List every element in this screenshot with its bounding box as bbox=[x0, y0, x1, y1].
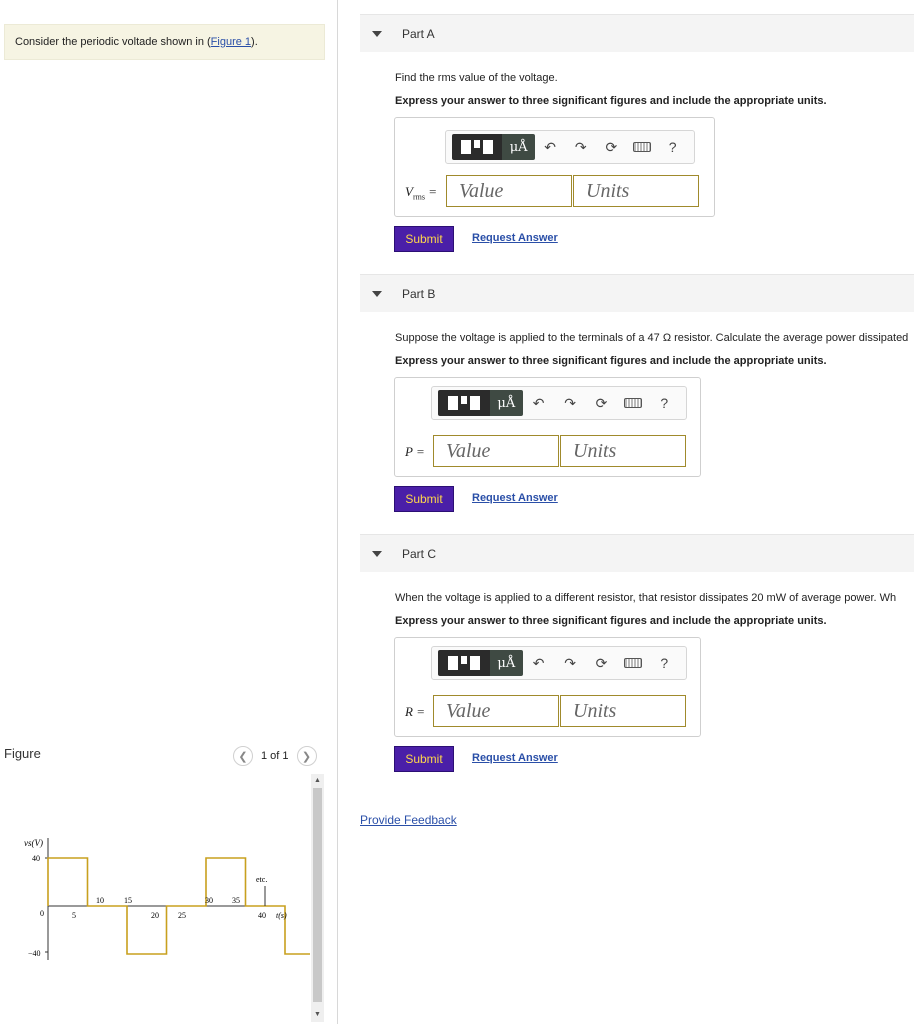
keyboard-icon[interactable] bbox=[627, 139, 658, 155]
x-tick-40: 40 bbox=[258, 911, 266, 920]
undo-icon[interactable]: ↶ bbox=[535, 139, 566, 156]
request-answer-link[interactable]: Request Answer bbox=[472, 492, 558, 504]
units-icon[interactable]: μÅ bbox=[502, 134, 535, 160]
waveform-path bbox=[47, 857, 310, 955]
redo-icon[interactable]: ↷ bbox=[554, 395, 585, 412]
pager-text: 1 of 1 bbox=[261, 750, 289, 762]
templates-icon[interactable] bbox=[452, 134, 503, 160]
var-subscript: rms bbox=[412, 192, 425, 202]
figure-scrollbar[interactable]: ▲ ▼ bbox=[311, 774, 324, 1022]
units-input[interactable] bbox=[561, 436, 685, 466]
collapse-triangle-icon[interactable] bbox=[372, 290, 382, 297]
x-tick-30: 30 bbox=[205, 896, 213, 905]
undo-icon[interactable]: ↶ bbox=[523, 395, 554, 412]
part-b-title: Part B bbox=[402, 286, 436, 301]
collapse-triangle-icon[interactable] bbox=[372, 30, 382, 37]
var-symbol: R bbox=[405, 704, 413, 719]
part-c-answer-box: μÅ ↶ ↷ ⟳ ? R = bbox=[394, 637, 701, 737]
templates-icon[interactable] bbox=[438, 650, 490, 676]
value-field[interactable] bbox=[433, 435, 559, 467]
value-field[interactable] bbox=[446, 175, 572, 207]
panel-divider bbox=[337, 0, 338, 1024]
value-input[interactable] bbox=[434, 696, 558, 726]
x-tick-15: 15 bbox=[124, 896, 132, 905]
submit-button[interactable]: Submit bbox=[394, 746, 454, 772]
submit-button[interactable]: Submit bbox=[394, 486, 454, 512]
variable-label: R = bbox=[405, 704, 425, 719]
y-tick-40: 40 bbox=[32, 854, 40, 863]
variable-label: P = bbox=[405, 444, 425, 459]
undo-icon[interactable]: ↶ bbox=[523, 655, 554, 672]
request-answer-link[interactable]: Request Answer bbox=[472, 232, 558, 244]
scroll-thumb[interactable] bbox=[313, 788, 322, 1002]
prompt-text: Consider the periodic voltade shown in ( bbox=[15, 36, 211, 48]
templates-icon[interactable] bbox=[438, 390, 490, 416]
scroll-up-icon[interactable]: ▲ bbox=[311, 774, 324, 788]
part-b-question: Suppose the voltage is applied to the te… bbox=[395, 332, 909, 344]
reset-icon[interactable]: ⟳ bbox=[586, 655, 617, 672]
redo-icon[interactable]: ↷ bbox=[565, 139, 596, 156]
help-icon[interactable]: ? bbox=[649, 655, 680, 671]
math-toolbar: μÅ ↶ ↷ ⟳ ? bbox=[445, 130, 695, 164]
units-icon[interactable]: μÅ bbox=[489, 650, 523, 676]
x-axis-label: t(s) bbox=[276, 911, 287, 920]
reset-icon[interactable]: ⟳ bbox=[586, 395, 617, 412]
chevron-left-icon[interactable]: ❮ bbox=[233, 746, 253, 766]
x-tick-35: 35 bbox=[232, 896, 240, 905]
y-tick-neg40: −40 bbox=[28, 949, 41, 958]
part-a-answer-box: μÅ ↶ ↷ ⟳ ? Vrms = bbox=[394, 117, 715, 217]
variable-label: Vrms = bbox=[405, 184, 437, 202]
part-a-header[interactable]: Part A bbox=[360, 14, 914, 52]
part-a-instruction: Express your answer to three significant… bbox=[395, 95, 827, 107]
waveform bbox=[47, 857, 310, 955]
keyboard-icon[interactable] bbox=[617, 395, 648, 411]
part-c-title: Part C bbox=[402, 546, 437, 561]
x-tick-10: 10 bbox=[96, 896, 104, 905]
units-field[interactable] bbox=[560, 695, 686, 727]
part-b-header[interactable]: Part B bbox=[360, 274, 914, 312]
part-c-header[interactable]: Part C bbox=[360, 534, 914, 572]
units-input[interactable] bbox=[574, 176, 698, 206]
chevron-right-icon[interactable]: ❯ bbox=[296, 746, 317, 766]
figure-pager: ❮ 1 of 1 ❯ bbox=[233, 746, 317, 766]
part-b-answer-box: μÅ ↶ ↷ ⟳ ? P = bbox=[394, 377, 701, 477]
y-axis-label: vs(V) bbox=[24, 838, 43, 848]
x-tick-5: 5 bbox=[72, 911, 76, 920]
part-a-title: Part A bbox=[402, 26, 435, 41]
math-toolbar: μÅ ↶ ↷ ⟳ ? bbox=[431, 386, 687, 420]
request-answer-link[interactable]: Request Answer bbox=[472, 752, 558, 764]
figure-link[interactable]: Figure 1 bbox=[211, 36, 251, 48]
value-field[interactable] bbox=[433, 695, 559, 727]
redo-icon[interactable]: ↷ bbox=[554, 655, 585, 672]
math-toolbar: μÅ ↶ ↷ ⟳ ? bbox=[431, 646, 687, 680]
x-tick-25: 25 bbox=[178, 911, 186, 920]
reset-icon[interactable]: ⟳ bbox=[596, 139, 627, 156]
provide-feedback-link[interactable]: Provide Feedback bbox=[360, 813, 457, 827]
var-symbol: V bbox=[405, 184, 413, 199]
help-icon[interactable]: ? bbox=[657, 139, 688, 155]
units-icon[interactable]: μÅ bbox=[489, 390, 523, 416]
var-symbol: P bbox=[405, 444, 413, 459]
help-icon[interactable]: ? bbox=[649, 395, 680, 411]
voltage-waveform-figure: vs(V) 40 0 −40 10 15 30 35 5 20 25 40 t(… bbox=[24, 838, 310, 960]
value-input[interactable] bbox=[447, 176, 571, 206]
figure-heading: Figure bbox=[4, 746, 41, 761]
part-c-question: When the voltage is applied to a differe… bbox=[395, 592, 897, 604]
submit-button[interactable]: Submit bbox=[394, 226, 454, 252]
part-b-instruction: Express your answer to three significant… bbox=[395, 355, 827, 367]
units-input[interactable] bbox=[561, 696, 685, 726]
keyboard-icon[interactable] bbox=[617, 655, 648, 671]
prompt-tail: ). bbox=[251, 36, 258, 48]
part-a-question: Find the rms value of the voltage. bbox=[395, 72, 558, 84]
units-field[interactable] bbox=[573, 175, 699, 207]
problem-prompt: Consider the periodic voltade shown in (… bbox=[4, 24, 325, 60]
scroll-down-icon[interactable]: ▼ bbox=[311, 1008, 324, 1022]
y-tick-0: 0 bbox=[40, 909, 44, 918]
etc-label: etc. bbox=[256, 875, 267, 884]
part-c-instruction: Express your answer to three significant… bbox=[395, 615, 827, 627]
collapse-triangle-icon[interactable] bbox=[372, 550, 382, 557]
value-input[interactable] bbox=[434, 436, 558, 466]
x-tick-20: 20 bbox=[151, 911, 159, 920]
units-field[interactable] bbox=[560, 435, 686, 467]
